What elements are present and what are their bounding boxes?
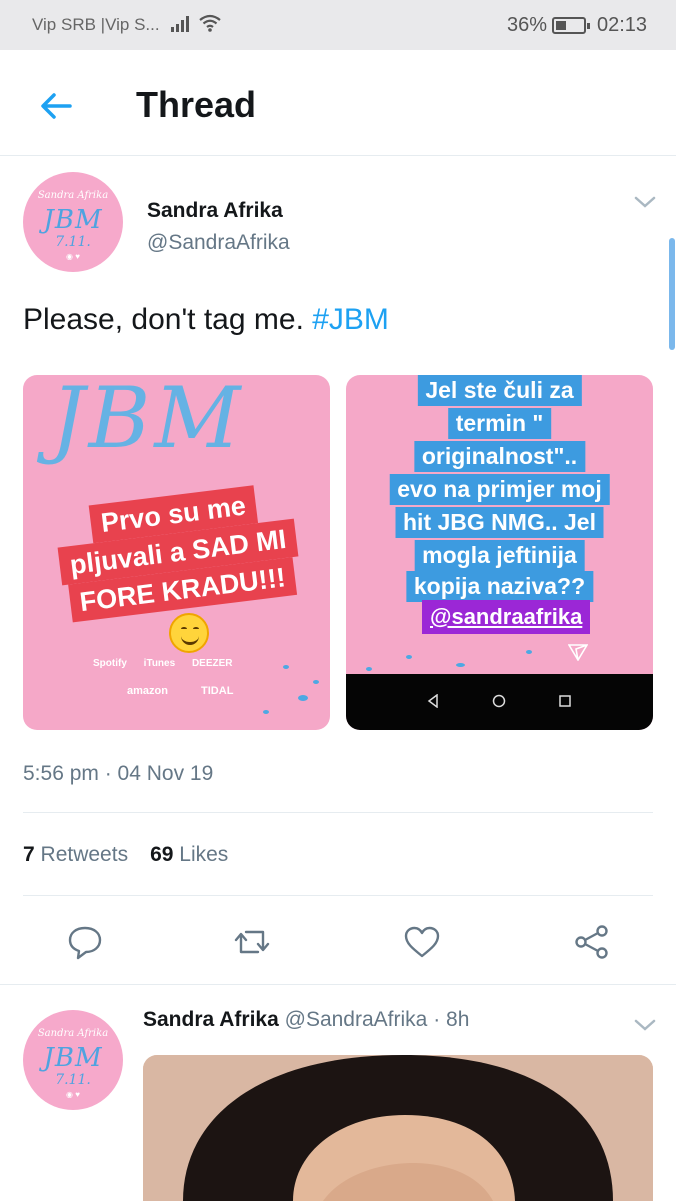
chevron-down-icon[interactable] [634,195,656,209]
nav-recents-icon [559,695,571,707]
paint-splash [406,655,412,659]
avatar-top-text: Sandra Afrika [37,1028,109,1039]
likes-label: Likes [179,843,229,866]
scrollbar[interactable] [669,238,675,350]
media-image-left[interactable]: JBM Prvo su me pljuvali a SAD MI FORE KR… [23,375,330,730]
retweets-label: Retweets [40,843,129,866]
avatar-icons: ◉ ♥ [66,252,80,261]
battery-percent: 36% [507,14,548,36]
tidal-logo: TIDAL [201,685,234,697]
like-heart-icon[interactable] [402,922,442,962]
battery-icon [552,17,590,34]
avatar[interactable]: Sandra Afrika JBM 7.11. ◉ ♥ [23,172,123,272]
story-line-6: mogla jeftinija [414,540,585,571]
red-sticker: Prvo su me pljuvali a SAD MI FORE KRADU!… [37,479,319,625]
paint-splash [298,695,308,701]
reply-time: · 8h [433,1008,470,1031]
tweet-body: Please, don't tag me. [23,303,313,336]
media-image-right[interactable]: Jel ste čuli za termin " originalnost"..… [346,375,653,730]
avatar-main-text: JBM [43,1043,103,1073]
wifi-icon [199,14,221,32]
avatar[interactable]: Sandra Afrika JBM 7.11. ◉ ♥ [23,1010,123,1110]
page-title: Thread [136,84,257,125]
paint-splash [283,665,289,669]
reply-header[interactable]: Sandra Afrika @SandraAfrika · 8h [143,1008,469,1032]
author-name[interactable]: Sandra Afrika [147,199,283,223]
signal-icon [171,16,189,32]
reply-photo[interactable] [143,1055,653,1201]
hashtag-link[interactable]: #JBM [312,303,389,336]
story-line-4: evo na primjer moj [389,474,610,505]
story-line-2: termin " [447,408,552,439]
status-bar: Vip SRB |Vip S... 36% 02:13 [0,0,676,50]
send-icon [568,644,588,661]
story-line-7: kopija naziva?? [405,571,594,602]
avatar-main-text: JBM [43,205,103,235]
nav-back-icon [427,694,438,708]
back-arrow-icon[interactable] [36,86,76,126]
tweet-stats: 7 Retweets 69 Likes [23,843,228,867]
portrait-image [143,1055,653,1201]
section-separator [0,984,676,985]
author-handle[interactable]: @SandraAfrika [147,231,290,255]
media-headline: JBM [51,375,245,467]
reply-icon[interactable] [65,922,105,962]
story-line-1: Jel ste čuli za [417,375,582,406]
retweets-count: 7 [23,843,35,866]
story-line-3: originalnost".. [413,441,586,472]
divider [23,895,653,896]
paint-splash [456,663,465,667]
paint-splash [526,650,532,654]
phone-nav-bar [346,674,653,730]
avatar-icons: ◉ ♥ [66,1090,80,1099]
retweet-icon[interactable] [232,922,272,962]
likes-count: 69 [150,843,174,866]
retweets-stat[interactable]: 7 Retweets [23,843,128,866]
paint-splash [366,667,372,671]
tweet-timestamp: 5:56 pm · 04 Nov 19 [23,762,214,785]
thread-header: Thread [0,50,676,156]
reply-author-name: Sandra Afrika [143,1008,279,1031]
tweet-text: Please, don't tag me. #JBM [23,303,389,337]
likes-stat[interactable]: 69 Likes [150,843,228,866]
paint-splash [263,710,269,714]
avatar-top-text: Sandra Afrika [37,190,109,201]
paint-splash [313,680,319,684]
itunes-logo: iTunes [143,658,176,669]
avatar-sub-text: 7.11. [55,1072,91,1088]
amazon-logo: amazon [127,685,168,697]
reply-author-handle: @SandraAfrika [284,1008,428,1031]
story-line-5: hit JBG NMG.. Jel [395,507,604,538]
share-icon[interactable] [572,922,612,962]
streaming-logos-row2: amazon TIDAL [127,685,233,697]
carrier-label: Vip SRB |Vip S... [32,15,160,34]
deezer-logo: DEEZER [191,658,233,669]
nav-home-icon [492,694,506,708]
avatar-sub-text: 7.11. [55,234,91,250]
status-clock: 02:13 [597,14,648,36]
smiley-emoji-icon [169,613,209,653]
spotify-logo: Spotify [93,658,127,669]
divider [23,812,653,813]
chevron-down-icon[interactable] [634,1018,656,1032]
story-mention: @sandraafrika [422,600,591,634]
